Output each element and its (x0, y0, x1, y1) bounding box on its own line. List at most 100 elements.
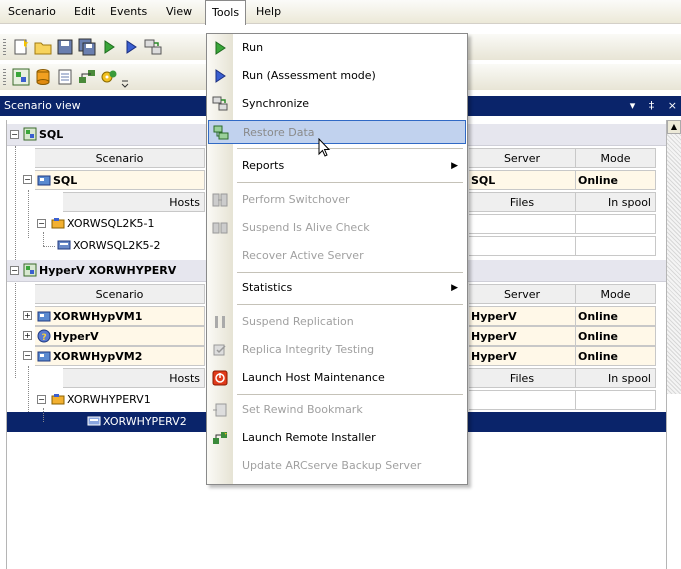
host-maintenance-icon (212, 370, 228, 386)
column-server[interactable]: Server (469, 148, 576, 168)
group-name: SQL (39, 128, 64, 141)
host-name: XORWSQL2K5-1 (67, 217, 155, 230)
menu-view[interactable]: View (160, 0, 198, 24)
menu-item-synchronize[interactable]: Synchronize (208, 92, 466, 116)
panel-dropdown-icon[interactable]: ▾ (630, 99, 636, 112)
scenario-server: SQL (469, 170, 576, 190)
scenario-icon (37, 309, 51, 323)
host-folder-icon (51, 392, 65, 406)
scenario-server: HyperV (469, 326, 576, 346)
collapse-icon[interactable]: − (23, 175, 32, 184)
toolbar-overflow-icon[interactable] (120, 72, 130, 90)
svg-text:?: ? (42, 333, 47, 343)
new-scenario-icon[interactable] (12, 38, 30, 56)
scenario-name: SQL (53, 174, 78, 187)
menu-item-replica-integrity-testing[interactable]: Replica Integrity Testing (208, 338, 466, 362)
menu-item-suspend-is-alive[interactable]: Suspend Is Alive Check (208, 216, 466, 240)
scenario-mode: Online (576, 170, 656, 190)
scenario-view-icon[interactable] (12, 68, 30, 86)
toolbar-grip[interactable] (3, 39, 6, 55)
column-mode[interactable]: Mode (576, 148, 656, 168)
play-green-icon (212, 40, 228, 56)
open-folder-icon[interactable] (34, 38, 52, 56)
column-files[interactable]: Files (469, 192, 576, 212)
submenu-arrow-icon: ▶ (451, 161, 458, 171)
scenario-mode: Online (576, 346, 656, 366)
group-name: HyperV XORWHYPERV (39, 264, 177, 277)
collapse-icon[interactable]: − (10, 130, 19, 139)
scenario-server: HyperV (469, 306, 576, 326)
menu-item-reports[interactable]: Reports ▶ (208, 154, 466, 178)
panel-close-icon[interactable]: × (668, 99, 677, 112)
menu-help[interactable]: Help (250, 0, 287, 24)
menu-scenario[interactable]: Scenario (2, 0, 62, 24)
menu-item-statistics[interactable]: Statistics ▶ (208, 276, 466, 300)
menu-bar: Scenario Edit Events View Tools Help (0, 0, 681, 25)
column-in-spool[interactable]: In spool (576, 368, 656, 388)
settings-gear-icon[interactable] (100, 68, 118, 86)
menu-edit[interactable]: Edit (68, 0, 101, 24)
run-icon[interactable] (100, 38, 118, 56)
menu-item-restore-data[interactable]: Restore Data (208, 120, 466, 144)
menu-item-update-arcserve-backup[interactable]: Update ARCserve Backup Server (208, 454, 466, 478)
run-assessment-icon[interactable] (122, 38, 140, 56)
collapse-icon[interactable]: − (23, 351, 32, 360)
pause-icon (212, 314, 228, 330)
scenario-name: HyperV (53, 330, 99, 343)
scenario-icon (37, 173, 51, 187)
host-name: XORWHYPERV2 (103, 415, 187, 428)
host-name: XORWSQL2K5-2 (73, 239, 161, 252)
menu-item-run-assessment[interactable]: Run (Assessment mode) (208, 64, 466, 88)
scroll-up-arrow[interactable]: ▲ (667, 120, 681, 134)
menu-item-run[interactable]: Run (208, 36, 466, 60)
column-in-spool[interactable]: In spool (576, 192, 656, 212)
collapse-icon[interactable]: − (37, 395, 46, 404)
submenu-arrow-icon: ▶ (451, 283, 458, 293)
save-all-icon[interactable] (78, 38, 96, 56)
column-hosts[interactable]: Hosts (63, 368, 205, 388)
vertical-scrollbar[interactable] (667, 134, 681, 394)
expand-icon[interactable]: + (23, 311, 32, 320)
switchover-icon (212, 192, 228, 208)
integrity-test-icon (212, 342, 228, 358)
collapse-icon[interactable]: − (37, 219, 46, 228)
column-hosts[interactable]: Hosts (63, 192, 205, 212)
save-icon[interactable] (56, 38, 74, 56)
scenario-mode: Online (576, 306, 656, 326)
document-icon[interactable] (56, 68, 74, 86)
menu-item-recover-active-server[interactable]: Recover Active Server (208, 244, 466, 268)
suspend-check-icon (212, 220, 228, 236)
column-mode[interactable]: Mode (576, 284, 656, 304)
menu-item-suspend-replication[interactable]: Suspend Replication (208, 310, 466, 334)
mouse-cursor-icon (318, 137, 332, 161)
play-blue-icon (212, 68, 228, 84)
bookmark-icon (212, 402, 228, 418)
scenario-icon (37, 349, 51, 363)
menu-item-set-rewind-bookmark[interactable]: Set Rewind Bookmark (208, 398, 466, 422)
database-icon[interactable] (34, 68, 52, 86)
column-server[interactable]: Server (469, 284, 576, 304)
menu-item-perform-switchover[interactable]: Perform Switchover (208, 188, 466, 212)
menu-tools[interactable]: Tools (205, 0, 247, 25)
synchronize-toolbar-icon[interactable] (144, 38, 162, 56)
column-scenario[interactable]: Scenario (35, 148, 205, 168)
question-icon: ? (37, 329, 51, 343)
menu-item-launch-remote-installer[interactable]: Launch Remote Installer (208, 426, 466, 450)
column-scenario[interactable]: Scenario (35, 284, 205, 304)
tools-menu: Run Run (Assessment mode) Synchronize Re… (206, 33, 468, 485)
scenario-name: XORWHypVM1 (53, 310, 143, 323)
menu-events[interactable]: Events (104, 0, 153, 24)
column-files[interactable]: Files (469, 368, 576, 388)
host-folder-icon (51, 216, 65, 230)
remote-installer-icon (212, 430, 228, 446)
collapse-icon[interactable]: − (10, 266, 19, 275)
synchronize-icon (212, 96, 228, 112)
expand-icon[interactable]: + (23, 331, 32, 340)
menu-item-launch-host-maintenance[interactable]: Launch Host Maintenance (208, 366, 466, 390)
toolbar-grip-2[interactable] (3, 69, 6, 85)
scenario-group-icon (23, 263, 37, 277)
panel-title: Scenario view (4, 99, 81, 112)
network-icon[interactable] (78, 68, 96, 86)
host-name: XORWHYPERV1 (67, 393, 151, 406)
panel-pin-icon[interactable]: ‡ (649, 99, 655, 112)
